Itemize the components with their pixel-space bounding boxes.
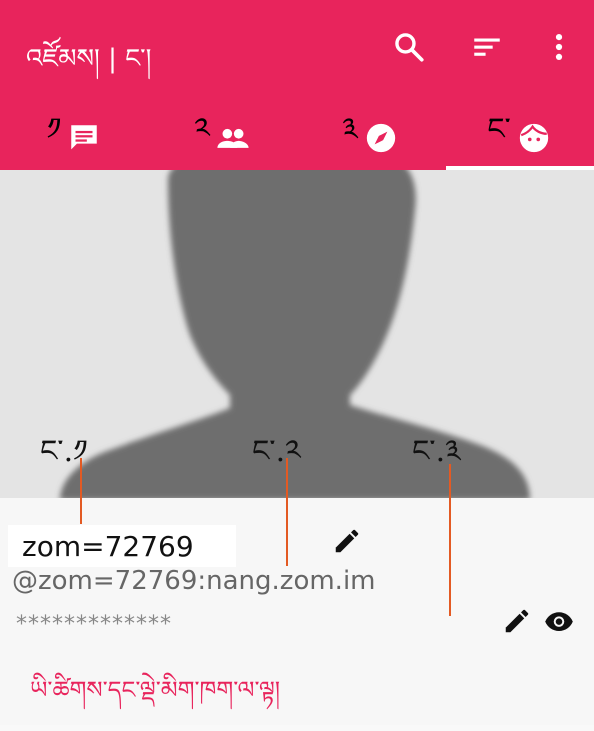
- tab-number-label: ༢: [194, 112, 210, 147]
- app-bar: འཛོམས། | ང་། ༡ ༢ ༣ ང་: [0, 0, 594, 171]
- password-field[interactable]: *************: [16, 612, 172, 637]
- sort-icon[interactable]: [470, 30, 504, 64]
- edit-password-icon[interactable]: [502, 606, 532, 636]
- tab-number-label: ༡: [46, 112, 62, 147]
- user-id: @zom=72769:nang.zom.im: [12, 566, 376, 596]
- annotation-label-password: ང་.༣: [412, 434, 461, 469]
- tab-contacts[interactable]: ༢: [148, 108, 296, 168]
- tab-chats[interactable]: ༡: [0, 108, 148, 168]
- search-icon[interactable]: [392, 30, 426, 64]
- edit-name-icon[interactable]: [332, 526, 362, 556]
- annotation-label-user-id: ང་.༢: [252, 434, 301, 469]
- tab-me[interactable]: ང་: [444, 108, 594, 168]
- contacts-icon: [217, 128, 249, 148]
- annotation-line-user-id: [286, 458, 288, 566]
- display-name-field[interactable]: zom=72769: [8, 525, 236, 567]
- annotation-line-name: [80, 458, 82, 524]
- app-title: འཛོམས། | ང་།: [26, 44, 152, 74]
- eye-icon[interactable]: [542, 606, 576, 636]
- tab-number-label: ༣: [342, 112, 358, 147]
- chat-icon: [71, 125, 98, 150]
- annotation-line-password: [449, 464, 451, 616]
- face-icon: [519, 123, 548, 153]
- display-name: zom=72769: [22, 530, 194, 563]
- forgot-password-link[interactable]: ཡི་ཚིགས་དང་ལྡེ་མིག་ཁག་ལ་ལྟ།: [30, 664, 280, 731]
- tab-discover[interactable]: ༣: [296, 108, 444, 168]
- more-vert-icon[interactable]: [542, 30, 576, 64]
- compass-icon: [366, 123, 395, 153]
